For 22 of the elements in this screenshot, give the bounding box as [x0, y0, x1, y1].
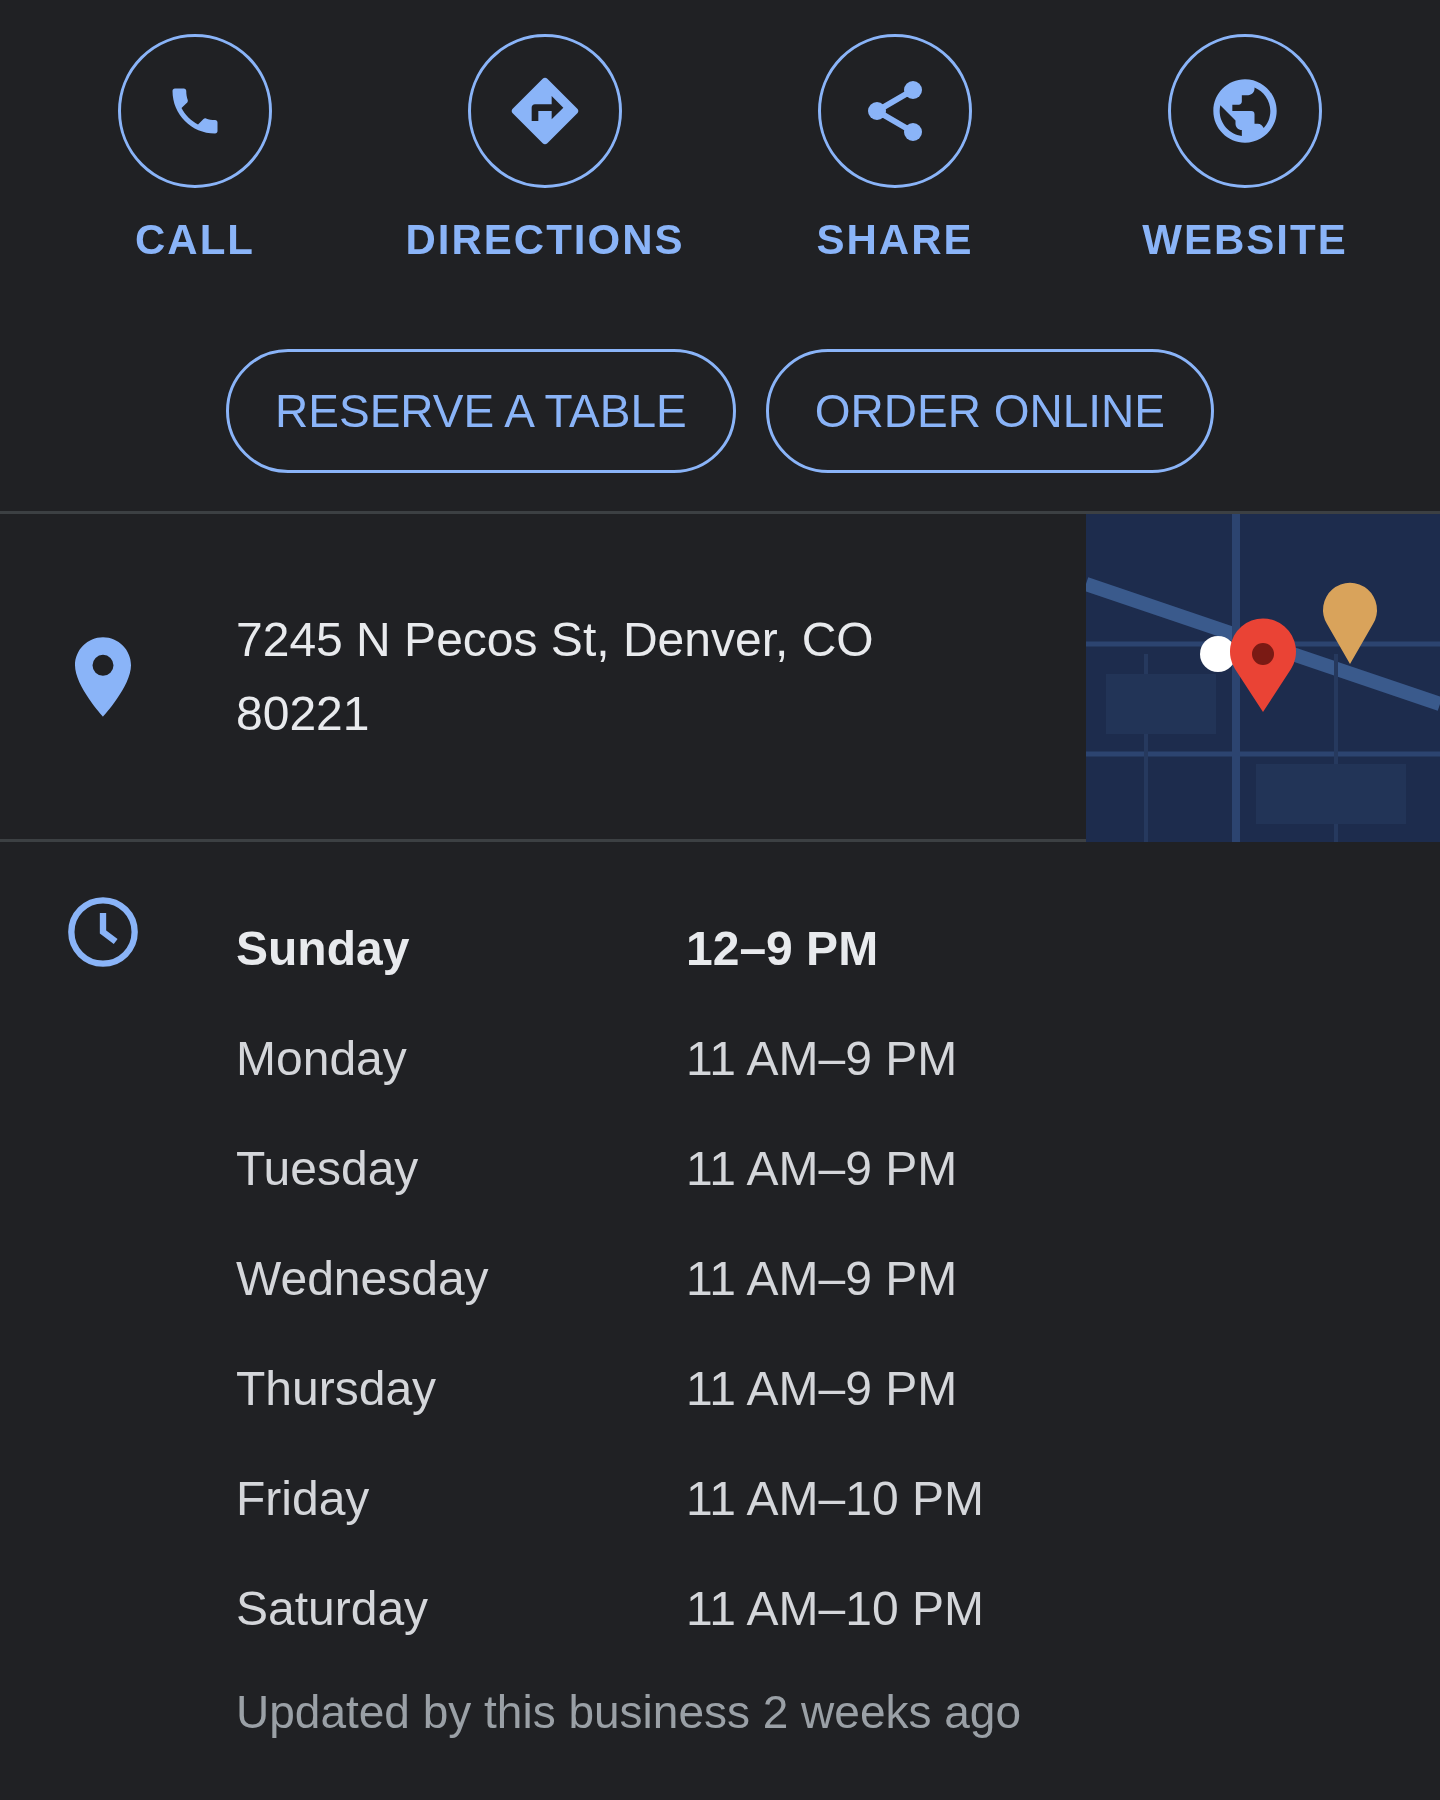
hours-text: 12–9 PM — [686, 921, 879, 977]
updated-note: Updated by this business 2 weeks ago — [236, 1685, 1022, 1740]
day-label: Sunday — [236, 921, 411, 977]
hours-text: 11 AM–9 PM — [686, 1361, 958, 1417]
day-label: Thursday — [236, 1361, 438, 1417]
day-label: Saturday — [236, 1581, 430, 1637]
address-text: 7245 N Pecos St, Denver, CO 80221 — [236, 611, 875, 742]
hours-text: 11 AM–9 PM — [686, 1031, 958, 1087]
pill-button[interactable]: ORDER ONLINE — [765, 349, 1214, 473]
action-button[interactable]: CALL — [35, 34, 355, 271]
day-label: Wednesday — [236, 1251, 490, 1307]
hours-text: 11 AM–10 PM — [686, 1471, 984, 1527]
day-label: Tuesday — [236, 1141, 420, 1197]
day-label: Friday — [236, 1471, 371, 1527]
action-button[interactable]: WEBSITE — [1085, 34, 1405, 271]
hours-text: 11 AM–9 PM — [686, 1251, 958, 1307]
action-button[interactable]: SHARE — [735, 34, 1055, 271]
pill-button[interactable]: RESERVE A TABLE — [226, 349, 736, 473]
hours-text: 11 AM–10 PM — [686, 1581, 984, 1637]
action-button[interactable]: DIRECTIONS — [385, 34, 705, 271]
hours-text: 11 AM–9 PM — [686, 1141, 958, 1197]
day-label: Monday — [236, 1031, 408, 1087]
